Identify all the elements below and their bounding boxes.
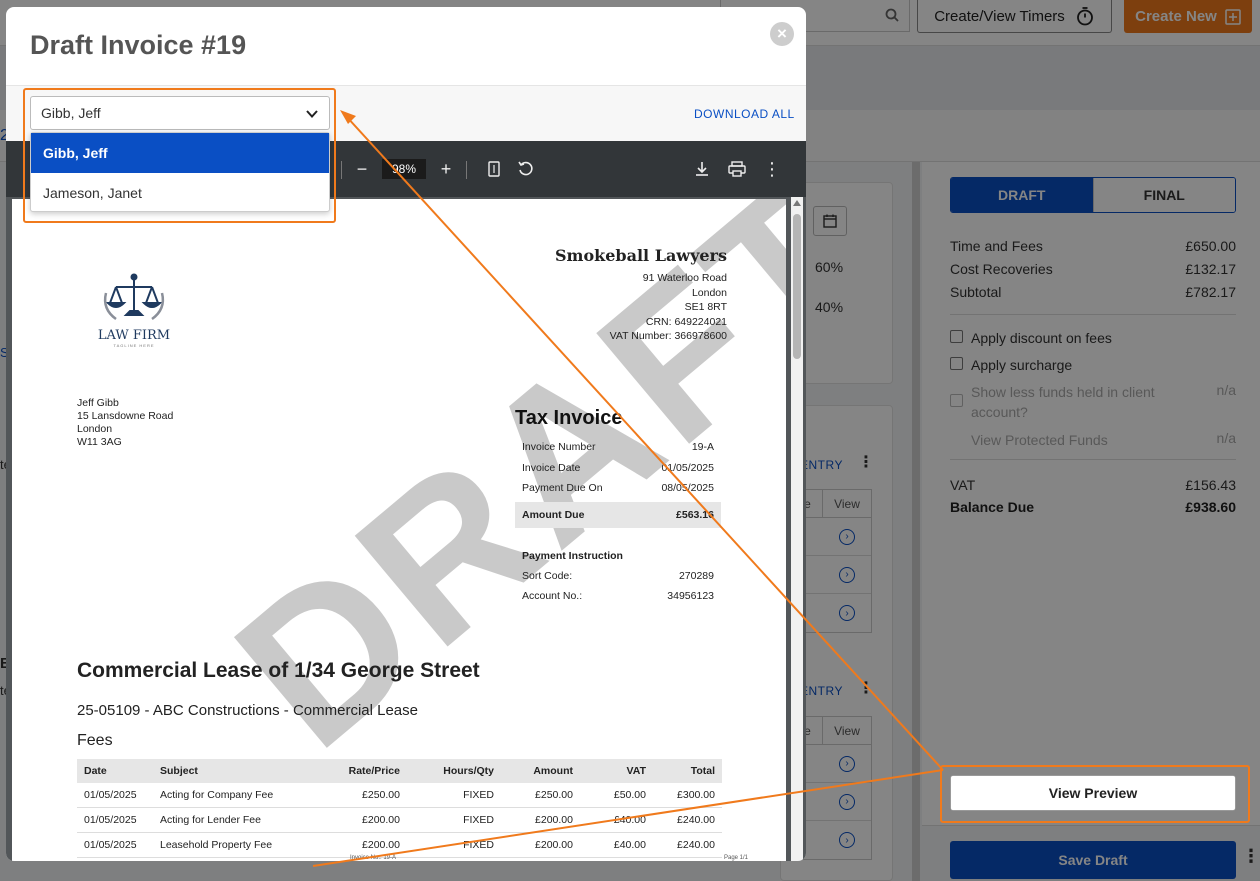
toolbar-separator: [341, 161, 342, 179]
payment-instruction-title: Payment Instruction: [522, 550, 623, 562]
rotate-icon[interactable]: [516, 159, 536, 179]
matter-subtitle: 25-05109 - ABC Constructions - Commercia…: [77, 702, 418, 719]
zoom-out-icon[interactable]: −: [352, 157, 372, 181]
pdf-page: DRAFT LAW FIRM TAGLINE HERE Smokeball La…: [12, 199, 786, 861]
payment-due-row: Payment Due On 08/05/2025: [522, 482, 714, 495]
page-footer-page-number: Page 1/1: [724, 855, 749, 861]
account-no-row: Account No.: 34956123: [522, 590, 714, 602]
logo-tagline: TAGLINE HERE: [113, 343, 154, 348]
scroll-up-icon[interactable]: [793, 200, 801, 206]
client-address: Jeff Gibb 15 Lansdowne Road London W11 3…: [77, 397, 174, 448]
draft-invoice-modal: Draft Invoice #19 × DOWNLOAD ALL − 98% +…: [6, 7, 806, 861]
sort-code-row: Sort Code: 270289: [522, 570, 714, 582]
zoom-in-icon[interactable]: +: [436, 157, 456, 181]
tax-invoice-title: Tax Invoice: [515, 407, 623, 429]
table-header-row: Date Subject Rate/Price Hours/Qty Amount…: [77, 759, 722, 783]
invoice-number-row: Invoice Number 19-A: [522, 441, 714, 454]
fit-page-icon[interactable]: [486, 159, 502, 179]
invoice-details-table: Invoice Number 19-A Invoice Date 01/05/202…: [515, 437, 721, 528]
zoom-level[interactable]: 98%: [382, 159, 426, 179]
firm-name: Smokeball Lawyers: [554, 246, 727, 265]
download-all-link[interactable]: DOWNLOAD ALL: [694, 107, 795, 121]
close-icon[interactable]: ×: [770, 22, 794, 46]
page-footer-invoice-no: Invoice No.: 19-A: [350, 855, 397, 861]
toolbar-separator: [466, 161, 467, 179]
more-options-icon[interactable]: ⋮: [763, 158, 781, 180]
law-firm-logo: LAW FIRM TAGLINE HERE: [98, 273, 170, 348]
fees-heading: Fees: [77, 732, 113, 749]
view-preview-button-highlighted[interactable]: View Preview: [950, 775, 1236, 811]
matter-title: Commercial Lease of 1/34 George Street: [77, 659, 480, 682]
annotation-highlight-dropdown: [23, 88, 336, 223]
firm-address: 91 Waterloo Road London SE1 8RT CRN: 649…: [609, 272, 727, 342]
download-icon[interactable]: [692, 159, 712, 179]
invoice-date-row: Invoice Date 01/05/2025: [522, 461, 714, 474]
modal-title: Draft Invoice #19: [30, 30, 247, 60]
table-row: 01/05/2025 Acting for Company Fee £250.0…: [77, 783, 722, 808]
logo-text: LAW FIRM: [98, 328, 170, 343]
scrollbar-thumb[interactable]: [793, 214, 801, 359]
print-icon[interactable]: [727, 159, 747, 179]
fees-table: Date Subject Rate/Price Hours/Qty Amount…: [77, 759, 722, 858]
table-row: 01/05/2025 Leasehold Property Fee £200.0…: [77, 833, 722, 858]
table-row: 01/05/2025 Acting for Lender Fee £200.00…: [77, 808, 722, 833]
amount-due-row: Amount Due £563.16: [515, 501, 721, 528]
